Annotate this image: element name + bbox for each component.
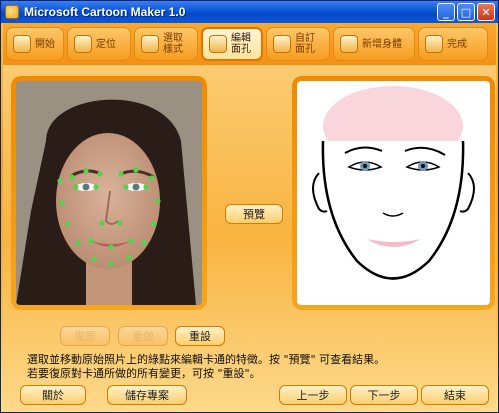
original-photo-frame [11, 76, 207, 310]
preview-button[interactable]: 預覽 [225, 204, 283, 224]
undo-button[interactable]: 復原 [60, 326, 110, 346]
instruction-line-2: 若要復原對卡通所做的所有變更，可按 "重設"。 [27, 367, 261, 380]
step-edit-face[interactable]: 編輯 面孔 [201, 27, 263, 61]
original-photo [16, 81, 202, 305]
about-button[interactable]: 關於 [20, 385, 86, 405]
workspace: 預覽 復原 重做 重設 選取並移動原始照片上的綠點來編輯卡通的特徵。按 "預覽"… [3, 65, 496, 411]
reset-button[interactable]: 重設 [175, 326, 225, 346]
grid-icon [141, 35, 159, 53]
next-button[interactable]: 下一步 [350, 385, 418, 405]
app-window: Microsoft Cartoon Maker 1.0 _ □ ✕ 開始 定位 … [0, 0, 499, 413]
body-icon [340, 35, 358, 53]
back-button[interactable]: 上一步 [279, 385, 347, 405]
step-custom-face[interactable]: 自訂 面孔 [266, 27, 330, 61]
app-icon [5, 5, 19, 19]
step-start[interactable]: 開始 [6, 27, 64, 61]
home-icon [13, 35, 31, 53]
maximize-button[interactable]: □ [457, 3, 475, 21]
finish-button[interactable]: 結束 [421, 385, 489, 405]
face-icon [209, 35, 227, 53]
cartoon-preview-frame [292, 76, 495, 310]
step-add-body[interactable]: 新增身體 [333, 27, 415, 61]
redo-button[interactable]: 重做 [118, 326, 168, 346]
save-project-button[interactable]: 儲存專案 [107, 385, 187, 405]
window-title: Microsoft Cartoon Maker 1.0 [24, 5, 186, 19]
cartoon-preview [297, 81, 490, 305]
step-position[interactable]: 定位 [67, 27, 131, 61]
step-finish[interactable]: 完成 [418, 27, 488, 61]
wizard-steps: 開始 定位 選取 樣式 編輯 面孔 自訂 面孔 新增身體 完成 [3, 23, 496, 65]
close-button[interactable]: ✕ [477, 3, 495, 21]
step-select-style[interactable]: 選取 樣式 [134, 27, 198, 61]
custom-face-icon [273, 35, 291, 53]
title-bar[interactable]: Microsoft Cartoon Maker 1.0 _ □ ✕ [1, 1, 498, 23]
minimize-button[interactable]: _ [437, 3, 455, 21]
finish-icon [425, 35, 443, 53]
target-icon [74, 35, 92, 53]
